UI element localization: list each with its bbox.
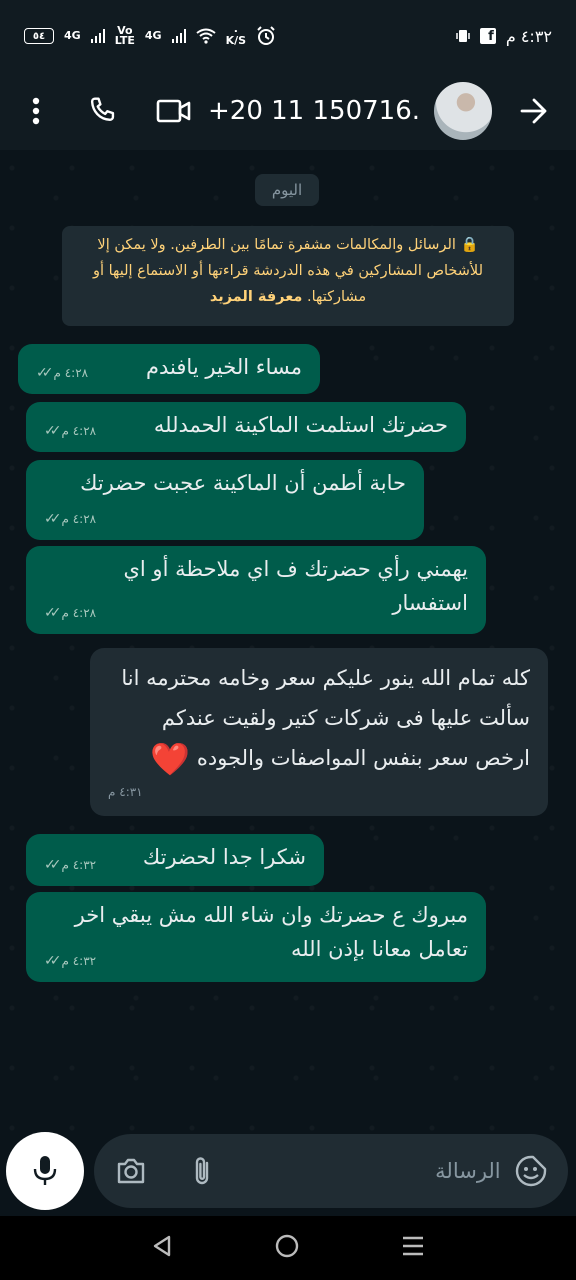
status-time: ٤:٣٢ م — [505, 26, 552, 46]
phone-icon — [90, 97, 115, 121]
message-meta: ✓✓ ٤:٢٨ م — [44, 596, 96, 630]
read-ticks-icon: ✓✓ — [44, 423, 62, 439]
read-ticks-icon: ✓✓ — [44, 953, 62, 969]
nav-back-icon — [153, 1235, 170, 1257]
message-time: ٤:٣٢ م — [61, 954, 97, 968]
mic-button[interactable] — [6, 1132, 84, 1210]
message-text: شكرا جدا لحضرتك — [142, 845, 306, 869]
encryption-notice[interactable]: 🔒 الرسائل والمكالمات مشفرة تمامًا بين ال… — [62, 226, 514, 326]
message-text: يهمني رأي حضرتك ف اي ملاحظة أو اي استفسا… — [123, 557, 468, 615]
message-meta: ✓✓ ٤:٢٨ م — [36, 356, 88, 390]
read-ticks-icon: ✓✓ — [36, 365, 54, 381]
status-bar: ٥٤ 4G Vo LTE 4G ٠ K/S f ٤:٣٢ م — [0, 0, 576, 72]
message-text: مساء الخير يافندم — [146, 355, 302, 379]
message-meta: ✓✓ ٤:٢٨ م — [44, 414, 96, 448]
signal-icon-2 — [171, 29, 186, 43]
message-time: ٤:٢٨ م — [61, 512, 97, 526]
contact-name[interactable]: +20 11 150716... — [208, 96, 418, 126]
message-bubble[interactable]: مساء الخير يافندم ✓✓ ٤:٢٨ م — [18, 344, 320, 394]
mic-icon — [33, 1156, 57, 1185]
network-4g-indicator: 4G — [64, 29, 81, 42]
more-options-button[interactable] — [16, 91, 56, 131]
message-time: ٤:٢٨ م — [61, 424, 97, 438]
message-meta: ✓✓ ٤:٣٢ م — [44, 944, 96, 978]
message-bubble[interactable]: يهمني رأي حضرتك ف اي ملاحظة أو اي استفسا… — [26, 546, 486, 634]
alarm-icon — [257, 26, 275, 45]
emoji-button[interactable] — [511, 1149, 552, 1193]
back-button[interactable] — [514, 91, 554, 131]
facebook-icon: f — [479, 28, 496, 44]
volte-indicator: Vo LTE — [114, 25, 135, 47]
message-text: مبروك ع حضرتك وان شاء الله مش يبقي اخر ت… — [74, 903, 468, 961]
read-ticks-icon: ✓✓ — [44, 605, 62, 621]
message-bubble[interactable]: حضرتك استلمت الماكينة الحمدلله ✓✓ ٤:٢٨ م — [26, 402, 466, 452]
vibrate-icon — [456, 30, 470, 42]
message-time: ٤:٢٨ م — [53, 366, 89, 380]
message-meta: ✓✓ ٤:٣٢ م — [44, 848, 96, 882]
status-left: ٥٤ 4G Vo LTE 4G ٠ K/S — [24, 25, 276, 47]
chat-area[interactable]: اليوم 🔒 الرسائل والمكالمات مشفرة تمامًا … — [0, 150, 576, 1132]
status-right: f ٤:٣٢ م — [456, 27, 552, 46]
nav-home-button[interactable] — [274, 1233, 300, 1263]
back-arrow-icon — [520, 98, 547, 124]
wifi-icon — [195, 28, 216, 44]
message-text: حضرتك استلمت الماكينة الحمدلله — [153, 413, 448, 437]
message-text: حابة أطمن أن الماكينة عجبت حضرتك — [80, 471, 406, 495]
video-call-button[interactable] — [154, 91, 194, 131]
message-time: ٤:٣٢ م — [61, 858, 97, 872]
message-composer — [94, 1134, 568, 1208]
message-bubble[interactable]: شكرا جدا لحضرتك ✓✓ ٤:٣٢ م — [26, 834, 324, 886]
message-bubble[interactable]: حابة أطمن أن الماكينة عجبت حضرتك ✓✓ ٤:٢٨ … — [26, 460, 424, 540]
message-time: ٤:٢٨ م — [61, 606, 97, 620]
message-time: ٤:٣١ م — [108, 785, 143, 799]
learn-more-link[interactable]: معرفة المزيد — [210, 289, 303, 305]
attach-icon — [195, 1157, 209, 1185]
speed-indicator: ٠ K/S — [225, 25, 247, 47]
signal-icon — [90, 29, 105, 43]
nav-menu-icon — [403, 1236, 424, 1256]
lock-icon: 🔒 — [460, 237, 479, 253]
message-bubble-incoming[interactable]: كله تمام الله ينور عليكم سعر وخامه محترم… — [90, 648, 548, 816]
emoji-icon — [516, 1155, 547, 1187]
speed-unit: K/S — [225, 34, 247, 47]
nav-menu-button[interactable] — [401, 1235, 425, 1261]
camera-icon — [117, 1158, 144, 1184]
read-ticks-icon: ✓✓ — [44, 857, 62, 873]
read-ticks-icon: ✓✓ — [44, 511, 62, 527]
avatar[interactable] — [434, 82, 492, 140]
nav-home-icon — [275, 1234, 299, 1258]
message-bubble[interactable]: مبروك ع حضرتك وان شاء الله مش يبقي اخر ت… — [26, 892, 486, 982]
message-meta: ٤:٣١ م — [108, 772, 143, 812]
heart-emoji: ❤️ — [150, 740, 191, 778]
date-chip: اليوم — [255, 174, 319, 206]
video-icon — [156, 99, 191, 123]
system-nav-bar — [0, 1216, 576, 1280]
volte-bottom: LTE — [114, 34, 135, 47]
voice-call-button[interactable] — [82, 91, 122, 131]
nav-back-button[interactable] — [151, 1234, 173, 1262]
network-4g-indicator-2: 4G — [144, 29, 162, 42]
more-vert-icon — [32, 97, 40, 125]
battery-icon: ٥٤ — [24, 28, 54, 44]
camera-button[interactable] — [110, 1149, 151, 1193]
attach-button[interactable] — [181, 1149, 222, 1193]
chat-header: +20 11 150716... — [0, 72, 576, 150]
message-meta: ✓✓ ٤:٢٨ م — [44, 502, 96, 536]
message-input[interactable] — [222, 1159, 511, 1183]
